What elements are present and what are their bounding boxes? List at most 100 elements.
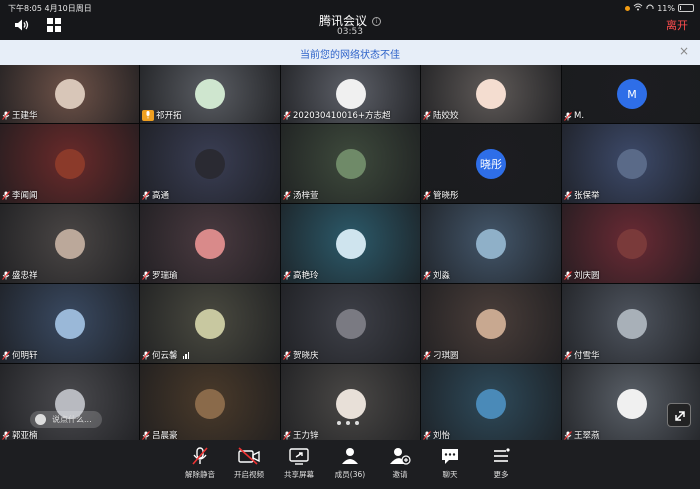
participant-tile[interactable]: 李闻闻 (0, 124, 139, 203)
share-screen-icon (274, 446, 324, 466)
participant-name: 王建华 (12, 111, 38, 121)
participant-label: 李闻闻 (2, 189, 38, 201)
invite-icon (375, 446, 425, 466)
toolbar-button-invite[interactable]: 邀请 (375, 446, 425, 480)
participant-tile[interactable]: 何明轩 (0, 284, 139, 363)
participant-tile[interactable]: 高通 (140, 124, 280, 203)
avatar (476, 228, 506, 259)
close-icon[interactable]: × (679, 44, 689, 58)
leave-button[interactable]: 离开 (666, 17, 688, 33)
participant-label: 何明轩 (2, 349, 38, 361)
participant-tile[interactable]: 张保举 (562, 124, 700, 203)
participant-tile[interactable]: 郭亚楠 (0, 364, 139, 443)
participant-label: 202030410016+方志超 (283, 109, 391, 121)
participant-name: 管晓彤 (433, 191, 459, 201)
participant-name: 盛忠祥 (12, 271, 38, 281)
camera-off-icon (224, 446, 274, 466)
toolbar-label: 更多 (493, 470, 509, 479)
mic-muted-icon (2, 350, 10, 360)
participant-name: 张保举 (574, 191, 600, 201)
toolbar-label: 邀请 (392, 470, 408, 479)
participant-label: 汤梓萱 (283, 189, 319, 201)
avatar (54, 228, 85, 259)
page-dot (355, 421, 359, 425)
participant-name: 何云馨 (152, 351, 178, 361)
toolbar-button-members[interactable]: 成员(36) (325, 446, 375, 480)
expand-icon[interactable] (667, 403, 691, 427)
participant-tile[interactable]: 祁开拓 (140, 65, 280, 123)
mic-muted-icon (564, 430, 572, 440)
participant-name: 刘庆圆 (574, 271, 600, 281)
participant-name: 贺晓庆 (293, 351, 319, 361)
toolbar-button-camera-off[interactable]: 开启视频 (224, 446, 274, 480)
participant-label: 祁开拓 (142, 109, 182, 121)
avatar (617, 388, 647, 419)
participant-label: 刁琪圆 (423, 349, 459, 361)
speaking-mic-icon (142, 109, 154, 121)
participant-tile[interactable]: 刘庆圆 (562, 204, 700, 283)
toolbar-label: 成员(36) (334, 470, 366, 479)
participant-tile[interactable]: 汤梓萱 (281, 124, 420, 203)
avatar (54, 148, 85, 179)
toolbar-button-more[interactable]: 更多 (476, 446, 526, 480)
avatar (195, 148, 225, 179)
avatar (195, 308, 225, 339)
participant-tile[interactable]: 刘淼 (421, 204, 561, 283)
participant-name: 高艳玲 (293, 271, 319, 281)
mic-muted-icon (423, 350, 431, 360)
participant-label: 付雪华 (564, 349, 600, 361)
participant-tile[interactable]: 盛忠祥 (0, 204, 139, 283)
mic-muted-icon (175, 446, 225, 466)
participant-tile[interactable]: 罗瑞瑜 (140, 204, 280, 283)
avatar (617, 228, 647, 259)
chat-placeholder: 说点什么... (52, 415, 92, 424)
participant-label: 盛忠祥 (2, 269, 38, 281)
network-warning-text: 当前您的网络状态不佳 (300, 50, 400, 61)
info-icon[interactable]: i (372, 17, 381, 26)
participant-tile[interactable]: 晓彤 管晓彤 (421, 124, 561, 203)
chat-input[interactable]: 说点什么... (30, 411, 102, 428)
toolbar-button-share-screen[interactable]: 共享屏幕 (274, 446, 324, 480)
mic-muted-icon (142, 430, 150, 440)
mic-muted-icon (564, 350, 572, 360)
participant-tile[interactable]: 吕晨豪 (140, 364, 280, 443)
participant-label: 王建华 (2, 109, 38, 121)
participant-label: 刘淼 (423, 269, 450, 281)
participant-tile[interactable]: 202030410016+方志超 (281, 65, 420, 123)
toolbar-button-chat[interactable]: 聊天 (425, 446, 475, 480)
more-icon (476, 446, 526, 466)
avatar (476, 388, 506, 419)
participant-label: 管晓彤 (423, 189, 459, 201)
participant-tile[interactable]: 何云馨 (140, 284, 280, 363)
avatar (617, 308, 647, 339)
avatar (195, 388, 225, 419)
toolbar-button-mic-muted[interactable]: 解除静音 (175, 446, 225, 480)
smile-icon[interactable] (35, 414, 46, 425)
bottom-toolbar: 解除静音 开启视频 共享屏幕 成员(36) 邀请 聊天 更多 (0, 440, 700, 489)
mic-muted-icon (423, 110, 431, 120)
participant-tile[interactable]: 陆姣姣 (421, 65, 561, 123)
participant-label: 刘庆圆 (564, 269, 600, 281)
avatar (335, 148, 366, 179)
participant-name: 罗瑞瑜 (152, 271, 178, 281)
participant-name: 何明轩 (12, 351, 38, 361)
participant-tile[interactable]: 王建华 (0, 65, 139, 123)
participant-tile[interactable]: 高艳玲 (281, 204, 420, 283)
participant-label: 何云馨 (142, 349, 190, 361)
participant-tile[interactable]: 贺晓庆 (281, 284, 420, 363)
mic-muted-icon (2, 110, 10, 120)
participant-name: 陆姣姣 (433, 111, 459, 121)
page-indicator[interactable] (337, 421, 359, 425)
avatar: M (617, 79, 647, 109)
participant-tile[interactable]: 刘怡 (421, 364, 561, 443)
avatar (195, 79, 225, 109)
mic-muted-icon (142, 190, 150, 200)
participant-tile[interactable]: 付雪华 (562, 284, 700, 363)
participant-tile[interactable]: 刁琪圆 (421, 284, 561, 363)
participant-tile[interactable]: M M. (562, 65, 700, 123)
participant-tile[interactable]: 王力锌 (281, 364, 420, 443)
avatar (476, 79, 506, 109)
top-bar: 下午8:05 4月10日周日 11% 腾讯会议 i 03:53 离开 (0, 0, 700, 40)
participant-name: 汤梓萱 (293, 191, 319, 201)
participant-label: M. (564, 111, 584, 121)
